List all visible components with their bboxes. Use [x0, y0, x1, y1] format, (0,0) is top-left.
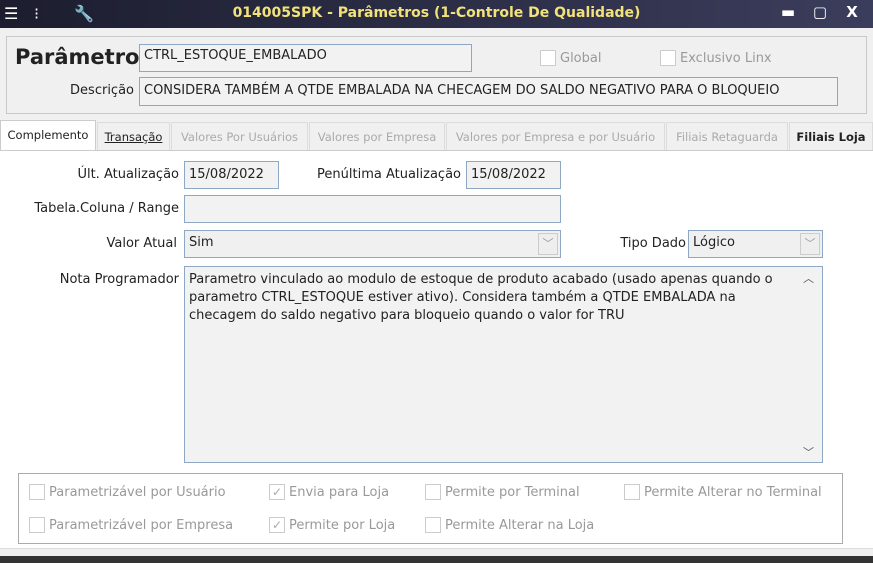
checkbox-box[interactable]	[660, 50, 676, 66]
tab-valores-por-empresa-usuario[interactable]: Valores por Empresa e por Usuário	[446, 122, 665, 150]
envia-para-loja-checkbox[interactable]: ✓ Envia para Loja	[269, 484, 389, 500]
permite-por-loja-checkbox[interactable]: ✓ Permite por Loja	[269, 517, 395, 533]
tabela-coluna-label: Tabela.Coluna / Range	[34, 201, 179, 216]
exclusivo-linx-checkbox[interactable]: Exclusivo Linx	[660, 50, 772, 66]
permite-alterar-terminal-checkbox[interactable]: Permite Alterar no Terminal	[624, 484, 822, 500]
tab-filiais-loja[interactable]: Filiais Loja	[789, 122, 873, 150]
tipo-dado-select[interactable]: Lógico ﹀	[688, 230, 823, 258]
parametrizavel-usuario-checkbox[interactable]: Parametrizável por Usuário	[29, 484, 226, 500]
checkbox-box[interactable]	[540, 50, 556, 66]
checkbox-box[interactable]	[624, 484, 640, 500]
descricao-label: Descrição	[70, 83, 134, 98]
chevron-down-icon[interactable]: ﹀	[800, 233, 820, 255]
scroll-up-icon[interactable]: ︿	[803, 270, 814, 286]
window-bottom-edge	[0, 556, 873, 563]
checkbox-box[interactable]	[425, 484, 441, 500]
title-bar: ☰ ⁝ 🔧 014005SPK - Parâmetros (1-Controle…	[0, 0, 873, 28]
tabela-coluna-input[interactable]	[184, 195, 561, 223]
nota-programador-label: Nota Programador	[59, 272, 179, 287]
penult-atualizacao-input[interactable]: 15/08/2022	[466, 161, 561, 189]
parametro-input[interactable]: CTRL_ESTOQUE_EMBALADO	[139, 44, 472, 72]
check-icon[interactable]: ✓	[269, 484, 285, 500]
check-icon[interactable]: ✓	[269, 517, 285, 533]
checkbox-box[interactable]	[29, 484, 45, 500]
permite-alterar-loja-checkbox[interactable]: Permite Alterar na Loja	[425, 517, 594, 533]
valor-atual-select[interactable]: Sim ﹀	[184, 230, 561, 258]
parametrizavel-empresa-checkbox[interactable]: Parametrizável por Empresa	[29, 517, 233, 533]
global-checkbox[interactable]: Global	[540, 50, 601, 66]
parametro-label: Parâmetro	[15, 45, 140, 69]
tipo-dado-label: Tipo Dado	[620, 236, 686, 251]
permite-por-terminal-checkbox[interactable]: Permite por Terminal	[425, 484, 580, 500]
close-button[interactable]: X	[840, 3, 864, 21]
scroll-down-icon[interactable]: ﹀	[803, 444, 814, 460]
valor-atual-label: Valor Atual	[106, 236, 177, 251]
tab-complemento[interactable]: Complemento	[0, 120, 96, 150]
nota-programador-textarea[interactable]: Parametro vinculado ao modulo de estoque…	[184, 266, 823, 463]
checkbox-box[interactable]	[425, 517, 441, 533]
maximize-button[interactable]: ▢	[808, 3, 832, 21]
ult-atualizacao-input[interactable]: 15/08/2022	[184, 161, 279, 189]
checkbox-box[interactable]	[29, 517, 45, 533]
chevron-down-icon[interactable]: ﹀	[538, 233, 558, 255]
tab-valores-por-empresa[interactable]: Valores por Empresa	[309, 122, 445, 150]
ult-atualizacao-label: Últ. Atualização	[77, 167, 179, 182]
options-group: Parametrizável por Usuário ✓ Envia para L…	[18, 473, 843, 544]
tab-filiais-retaguarda[interactable]: Filiais Retaguarda	[666, 122, 788, 150]
penult-atualizacao-label: Penúltima Atualização	[317, 167, 461, 182]
tab-bar: Complemento Transação Valores Por Usuári…	[0, 120, 873, 150]
descricao-input[interactable]: CONSIDERA TAMBÉM A QTDE EMBALADA NA CHEC…	[139, 77, 838, 106]
window-title: 014005SPK - Parâmetros (1-Controle De Qu…	[232, 5, 641, 21]
tab-valores-por-usuarios[interactable]: Valores Por Usuários	[171, 122, 308, 150]
minimize-button[interactable]: ▬	[776, 3, 800, 21]
tab-transacao[interactable]: Transação	[97, 122, 170, 150]
